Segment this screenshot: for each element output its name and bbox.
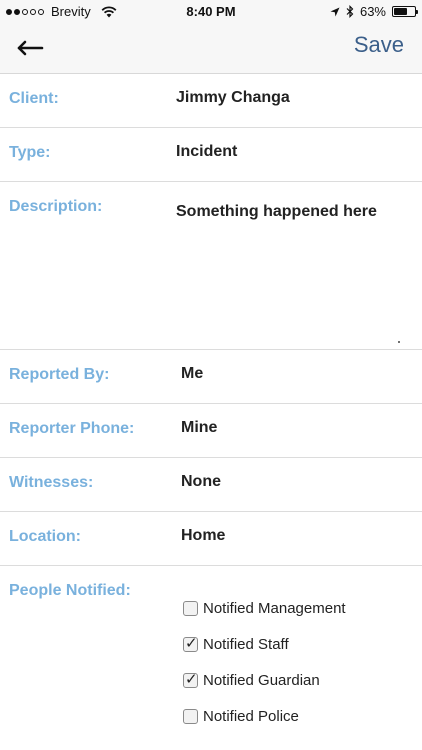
notified-staff-checkbox[interactable]: [183, 634, 198, 652]
witnesses-field[interactable]: None: [181, 473, 221, 491]
location-field[interactable]: Home: [181, 527, 225, 545]
client-row[interactable]: Client: Jimmy Changa: [0, 74, 422, 128]
battery-fill: [394, 8, 407, 15]
reporter-phone-field[interactable]: Mine: [181, 419, 217, 437]
notified-management-label: Notified Management: [203, 599, 346, 617]
reported-by-row[interactable]: Reported By: Me: [0, 350, 422, 404]
battery-percent: 63%: [359, 4, 386, 19]
description-row[interactable]: Description: Something happened here: [0, 182, 422, 350]
resize-dot: [398, 341, 400, 343]
reported-by-label: Reported By:: [9, 366, 110, 383]
type-value[interactable]: Incident: [176, 143, 237, 161]
witnesses-row[interactable]: Witnesses: None: [0, 458, 422, 512]
reporter-phone-row[interactable]: Reporter Phone: Mine: [0, 404, 422, 458]
location-arrow-icon: [330, 7, 340, 16]
client-label: Client:: [9, 90, 59, 107]
reported-by-field[interactable]: Me: [181, 365, 203, 383]
type-label: Type:: [9, 144, 51, 161]
description-label: Description:: [9, 198, 103, 215]
people-notified-row: People Notified: Notified Management Not…: [0, 566, 422, 750]
notified-police-label: Notified Police: [203, 707, 299, 725]
status-bar: Brevity 8:40 PM 63%: [0, 0, 422, 24]
location-label: Location:: [9, 528, 81, 545]
arrow-left-icon: [17, 40, 44, 56]
bluetooth-icon: [346, 5, 354, 18]
notified-guardian-checkbox[interactable]: [183, 670, 198, 688]
status-right: 63%: [330, 4, 418, 19]
back-button[interactable]: [16, 36, 46, 60]
notified-checklist: Notified Management Notified Staff Notif…: [183, 584, 346, 740]
type-row[interactable]: Type: Incident: [0, 128, 422, 182]
notified-staff-label: Notified Staff: [203, 635, 289, 653]
description-field[interactable]: Something happened here: [176, 203, 377, 221]
notified-police-checkbox[interactable]: [183, 708, 198, 724]
save-button[interactable]: Save: [354, 32, 404, 58]
location-row[interactable]: Location: Home: [0, 512, 422, 566]
nav-bar: Save: [0, 24, 422, 74]
client-value[interactable]: Jimmy Changa: [176, 89, 290, 107]
notified-police-option[interactable]: Notified Police: [183, 692, 346, 740]
notified-guardian-label: Notified Guardian: [203, 671, 320, 689]
notified-management-checkbox[interactable]: [183, 600, 198, 616]
witnesses-label: Witnesses:: [9, 474, 94, 491]
reporter-phone-label: Reporter Phone:: [9, 420, 135, 437]
battery-icon: [392, 6, 418, 17]
people-notified-label: People Notified:: [9, 582, 131, 599]
incident-form: Client: Jimmy Changa Type: Incident Desc…: [0, 74, 422, 750]
